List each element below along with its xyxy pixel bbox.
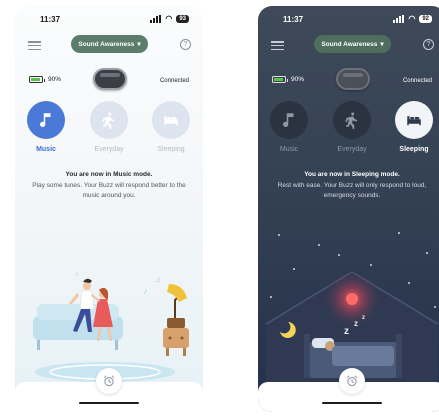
status-battery: 93: [176, 14, 189, 23]
home-indicator[interactable]: [322, 401, 382, 404]
svg-text:♪: ♪: [75, 271, 79, 278]
help-icon[interactable]: ?: [180, 39, 191, 50]
menu-icon[interactable]: [28, 41, 41, 50]
cellular-signal-icon: [150, 14, 162, 23]
mode-everyday[interactable]: Everyday: [326, 101, 378, 153]
svg-text:♫: ♫: [155, 275, 161, 284]
mode-description: You are now in Sleeping mode. Rest with …: [272, 170, 432, 200]
mode-music-label: Music: [36, 146, 56, 153]
mode-music-label: Music: [279, 146, 299, 153]
bed-icon: [152, 101, 190, 139]
device-battery: 90%: [29, 76, 61, 83]
mode-everyday-label: Everyday: [337, 146, 367, 153]
connection-status: Connected: [402, 78, 432, 84]
mode-description-body: Rest with ease. Your Buzz will only resp…: [277, 182, 427, 199]
mode-music[interactable]: Music: [263, 101, 315, 153]
mode-music[interactable]: Music: [20, 101, 72, 153]
svg-text:♪: ♪: [143, 286, 148, 296]
alarm-clock-button[interactable]: [96, 368, 122, 394]
wifi-icon: ◠: [408, 14, 416, 23]
status-bar: 11:37 ◠ 93: [15, 14, 203, 26]
device-battery-level: 90%: [291, 76, 305, 83]
bottom-bar: [15, 368, 203, 412]
mode-sleeping[interactable]: Sleeping: [388, 101, 439, 153]
mode-dropdown-label: Sound Awareness: [321, 40, 378, 48]
mode-sleeping[interactable]: Sleeping: [145, 101, 197, 153]
connection-status: Connected: [159, 78, 189, 84]
battery-icon: [272, 76, 288, 83]
music-note-icon: [27, 101, 65, 139]
mode-dropdown-label: Sound Awareness: [78, 40, 135, 48]
phone-screen-music: 11:37 ◠ 93 Sound Awareness ▾ ? 90% Conne…: [15, 6, 203, 412]
menu-icon[interactable]: [271, 41, 284, 50]
cellular-signal-icon: [393, 14, 405, 23]
bottom-bar: [258, 368, 439, 412]
buzz-device-image: [93, 68, 127, 90]
dancing-couple-illustration: ♪ ♫ ♪: [15, 264, 203, 384]
mode-description: You are now in Music mode. Play some tun…: [29, 170, 189, 200]
alarm-clock-icon: [103, 375, 115, 387]
status-time: 11:37: [40, 15, 61, 24]
mode-sleeping-label: Sleeping: [157, 146, 185, 153]
home-indicator[interactable]: [79, 401, 139, 404]
svg-text:z: z: [344, 326, 349, 337]
battery-icon: [29, 76, 45, 83]
status-bar: 11:37 ◠ 92: [258, 14, 439, 26]
music-note-icon: [270, 101, 308, 139]
walking-person-icon: [333, 101, 371, 139]
chevron-down-icon: ▾: [137, 41, 141, 48]
mode-dropdown[interactable]: Sound Awareness ▾: [71, 35, 148, 53]
mode-dropdown[interactable]: Sound Awareness ▾: [314, 35, 391, 53]
device-battery: 90%: [272, 76, 304, 83]
device-battery-level: 90%: [48, 76, 62, 83]
svg-text:z: z: [362, 315, 365, 321]
bed-icon: [395, 101, 433, 139]
mode-sleeping-label: Sleeping: [399, 146, 429, 153]
mode-everyday[interactable]: Everyday: [83, 101, 135, 153]
mode-description-title: You are now in Music mode.: [65, 171, 153, 178]
wifi-icon: ◠: [165, 14, 173, 23]
mode-description-body: Play some tunes. Your Buzz will respond …: [32, 182, 186, 199]
chevron-down-icon: ▾: [380, 41, 384, 48]
svg-text:z: z: [354, 319, 358, 328]
walking-person-icon: [90, 101, 128, 139]
mode-everyday-label: Everyday: [94, 146, 124, 153]
status-battery: 92: [419, 14, 432, 23]
sleeping-bedroom-illustration: z z z: [258, 264, 439, 384]
status-time: 11:37: [283, 15, 304, 24]
alarm-clock-button[interactable]: [339, 368, 365, 394]
mode-description-title: You are now in Sleeping mode.: [304, 171, 400, 178]
help-icon[interactable]: ?: [423, 39, 434, 50]
phone-screen-sleeping: 11:37 ◠ 92 Sound Awareness ▾ ? 90% Conne…: [258, 6, 439, 412]
buzz-device-image: [336, 68, 370, 90]
alarm-clock-icon: [346, 375, 358, 387]
